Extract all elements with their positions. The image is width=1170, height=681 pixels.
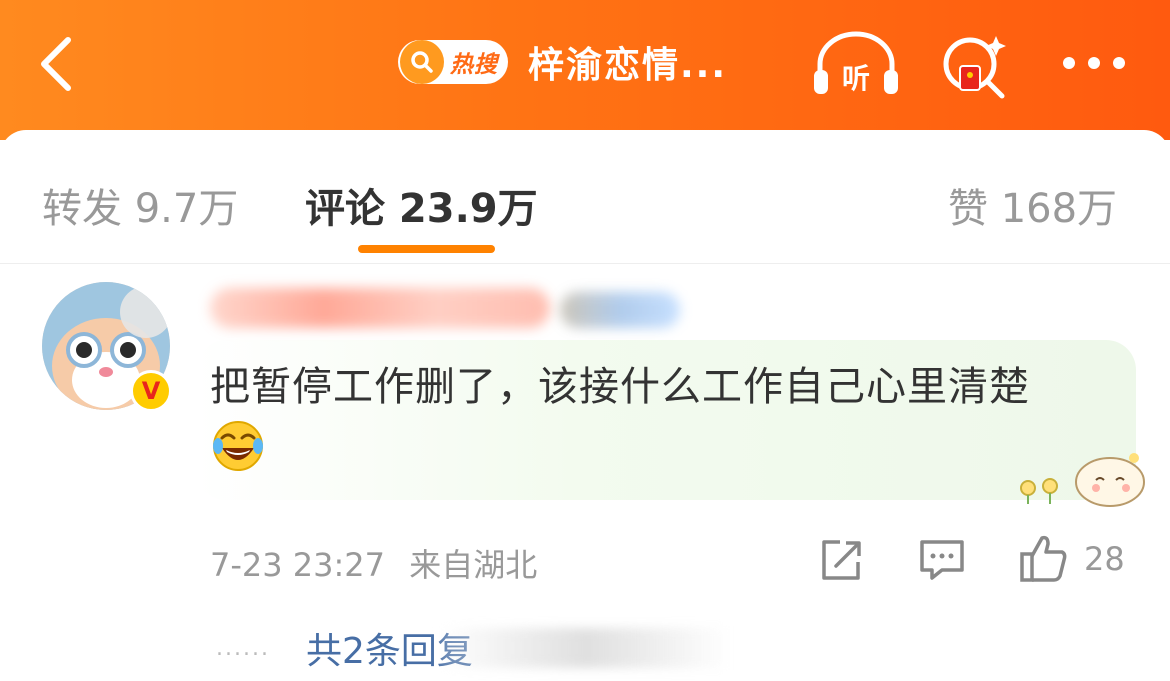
- reply-dots: ......: [216, 636, 270, 661]
- search-icon: [400, 40, 444, 84]
- like-count[interactable]: 28: [1084, 540, 1125, 578]
- divider: [0, 263, 1170, 264]
- listen-label: 听: [842, 62, 870, 95]
- tab-forward[interactable]: 转发 9.7万: [42, 176, 238, 234]
- comment-meta: 7-23 23:27 来自湖北: [210, 540, 537, 586]
- verified-mark: V: [141, 377, 161, 405]
- active-tab-indicator: [358, 245, 495, 253]
- hot-search-label: 热搜: [450, 52, 498, 78]
- top-header: 热搜 梓渝恋情... 听: [0, 0, 1170, 140]
- comment-text-block: 把暂停工作删了，该接什么工作自己心里清楚: [210, 356, 1130, 484]
- username-blurred[interactable]: [210, 288, 550, 328]
- comment-text: 把暂停工作删了，该接什么工作自己心里清楚: [210, 364, 1030, 410]
- user-badge-blurred: [560, 292, 680, 328]
- share-icon[interactable]: [818, 538, 864, 582]
- hot-search-badge[interactable]: 热搜: [398, 40, 508, 84]
- laugh-cry-emoji-icon: [213, 421, 263, 471]
- comment-time: 7-23 23:27: [210, 546, 386, 584]
- reply-preview-blurred: [440, 628, 730, 668]
- tab-likes[interactable]: 赞 168万: [948, 176, 1117, 234]
- red-envelope-search-icon[interactable]: [940, 28, 1012, 100]
- comment-location: 来自湖北: [409, 546, 538, 584]
- tab-comments[interactable]: 评论 23.9万: [305, 176, 538, 234]
- decorative-sticker: [1010, 440, 1150, 510]
- like-icon[interactable]: [1018, 532, 1070, 584]
- page-title: 梓渝恋情...: [528, 45, 728, 86]
- verified-badge: V: [130, 370, 172, 412]
- back-arrow-icon[interactable]: [34, 34, 78, 94]
- comment-icon[interactable]: [918, 538, 966, 582]
- listen-headphones-icon[interactable]: 听: [810, 30, 902, 98]
- more-dots-icon[interactable]: [1058, 52, 1130, 74]
